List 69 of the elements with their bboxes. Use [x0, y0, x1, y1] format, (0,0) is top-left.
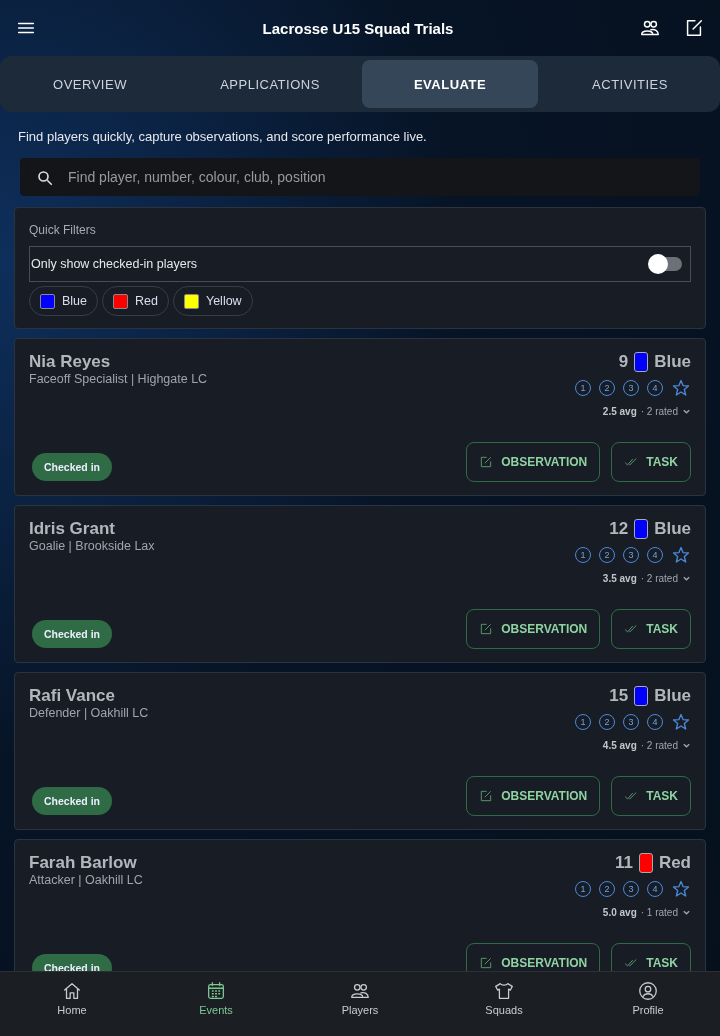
player-role: Attacker | Oakhill LC: [29, 873, 143, 887]
player-role: Defender | Oakhill LC: [29, 706, 149, 720]
edit-icon: [479, 622, 494, 636]
shirt-icon: [493, 980, 515, 1002]
search-field[interactable]: Find player, number, colour, club, position: [20, 158, 700, 196]
star-icon[interactable]: [671, 879, 691, 899]
task-button[interactable]: TASK: [611, 776, 691, 816]
average-score: 5.0 avg: [602, 907, 637, 918]
task-button[interactable]: TASK: [611, 609, 691, 649]
search-icon: [36, 169, 54, 187]
calendar-icon: [205, 980, 227, 1002]
observation-button[interactable]: OBSERVATION: [466, 442, 601, 482]
filters-title: Quick Filters: [29, 223, 96, 237]
observation-button[interactable]: OBSERVATION: [466, 609, 601, 649]
chevron-down-icon[interactable]: [682, 407, 691, 416]
nav-item[interactable]: Events: [144, 972, 288, 1036]
home-icon: [61, 980, 83, 1002]
chevron-down-icon[interactable]: [682, 908, 691, 917]
tab[interactable]: EVALUATE: [362, 60, 538, 108]
edit-icon: [479, 455, 494, 469]
nav-item[interactable]: Squads: [432, 972, 576, 1036]
task-button[interactable]: TASK: [611, 442, 691, 482]
tab[interactable]: OVERVIEW: [2, 60, 178, 108]
star-icon[interactable]: [671, 378, 691, 398]
player-name: Farah Barlow: [29, 853, 138, 873]
nav-item[interactable]: Home: [0, 972, 144, 1036]
star-icon[interactable]: [671, 712, 691, 732]
chevron-down-icon[interactable]: [682, 574, 691, 583]
average-score: 2.5 avg: [602, 406, 637, 417]
edit-icon: [479, 956, 494, 970]
rated-count: · 1 rated: [640, 907, 678, 918]
tab[interactable]: ACTIVITIES: [542, 60, 718, 108]
rated-count: · 2 rated: [640, 740, 678, 751]
team-name: Blue: [654, 519, 691, 539]
average-score: 4.5 avg: [602, 740, 637, 751]
team-name: Blue: [654, 352, 691, 372]
status-badge: Checked in: [32, 620, 113, 648]
average-score: 3.5 avg: [602, 573, 637, 584]
rated-count: · 2 rated: [640, 406, 678, 417]
edit-icon: [479, 789, 494, 803]
profile-icon: [637, 980, 659, 1002]
nav-item[interactable]: Profile: [576, 972, 720, 1036]
page-title: Lacrosse U15 Squad Trials: [261, 19, 455, 37]
status-badge: Checked in: [32, 787, 113, 815]
chevron-down-icon[interactable]: [682, 741, 691, 750]
double-check-icon: [624, 789, 639, 803]
player-name: Idris Grant: [29, 519, 116, 539]
team-name: Blue: [654, 686, 691, 706]
player-number: 15: [609, 686, 629, 706]
player-role: Goalie | Brookside Lax: [29, 539, 155, 553]
status-badge: Checked in: [32, 453, 113, 481]
toggle-switch[interactable]: [650, 257, 682, 271]
player-number: 12: [609, 519, 629, 539]
player-number: 11: [614, 853, 633, 873]
team-name: Red: [658, 853, 691, 873]
star-icon[interactable]: [671, 545, 691, 565]
double-check-icon: [624, 956, 639, 970]
rated-count: · 2 rated: [640, 573, 678, 584]
player-name: Rafi Vance: [29, 686, 116, 706]
tab[interactable]: APPLICATIONS: [182, 60, 358, 108]
toggle-label: Only show checked-in players: [31, 257, 198, 271]
player-name: Nia Reyes: [29, 352, 112, 372]
observation-button[interactable]: OBSERVATION: [466, 776, 601, 816]
intro-text: Find players quickly, capture observations, and score performance live.: [18, 129, 428, 144]
player-number: 9: [618, 352, 629, 372]
double-check-icon: [624, 455, 639, 469]
nav-item[interactable]: Players: [288, 972, 432, 1036]
player-role: Faceoff Specialist | Highgate LC: [29, 372, 208, 386]
double-check-icon: [624, 622, 639, 636]
